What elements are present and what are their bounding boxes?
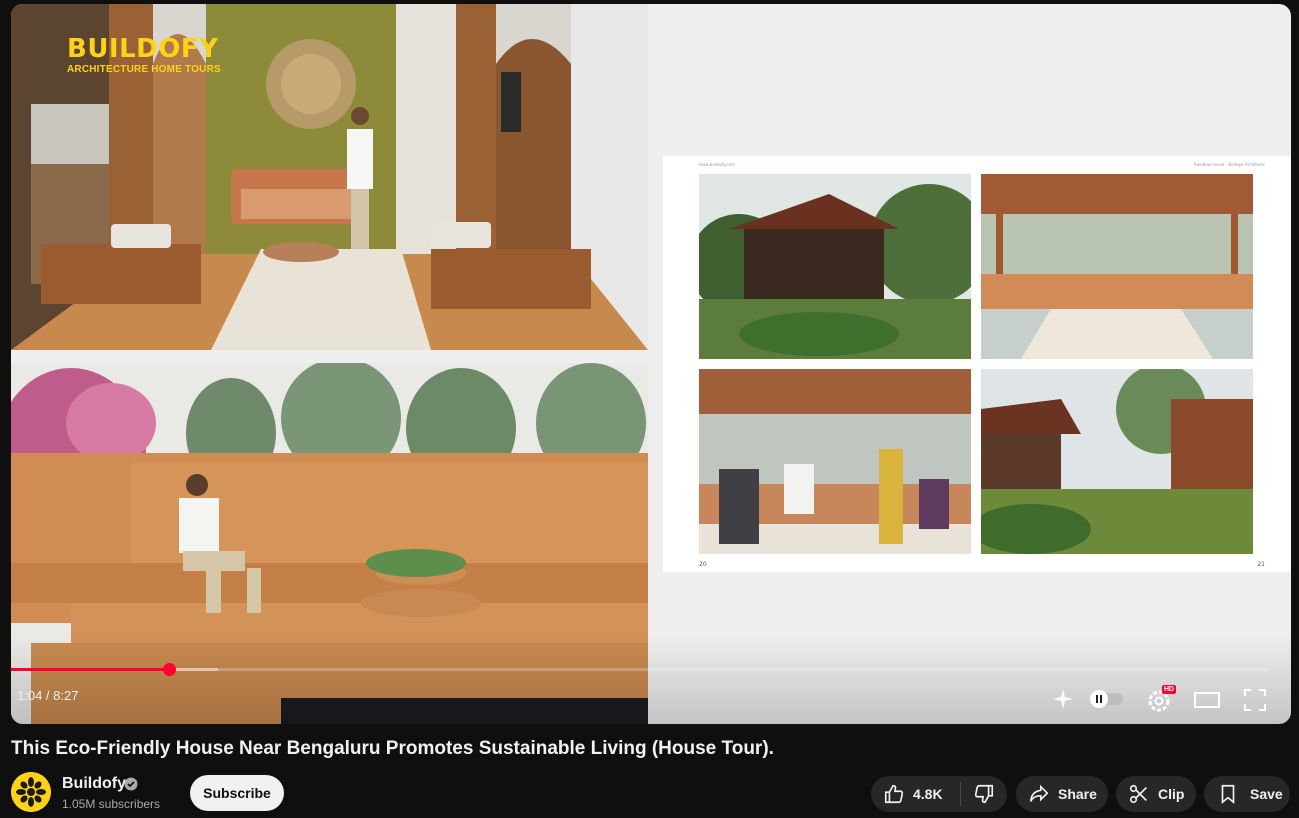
brochure-photo-people-seated <box>699 369 971 554</box>
like-dislike-group: 4.8K <box>871 776 1007 812</box>
brochure-page-right: 21 <box>1257 561 1265 568</box>
watermark-subtitle: ARCHITECTURE HOME TOURS <box>67 64 221 75</box>
time-display: 1:04 / 8:27 <box>17 688 79 703</box>
video-player[interactable]: BUILDOFY ARCHITECTURE HOME TOURS www.bui… <box>11 4 1291 724</box>
progress-played <box>11 668 170 671</box>
brochure-header-left: www.buildofy.com <box>699 162 735 167</box>
share-button[interactable]: Share <box>1016 776 1108 812</box>
video-title: This Eco-Friendly House Near Bengaluru P… <box>11 738 774 759</box>
clip-icon <box>1128 783 1150 805</box>
like-icon <box>883 783 905 805</box>
brochure-header-right: Rainbow house - Biotope Architects <box>1194 162 1265 167</box>
autoplay-toggle-icon[interactable] <box>1089 689 1125 714</box>
theater-mode-icon[interactable] <box>1193 690 1221 715</box>
verified-icon <box>124 777 138 796</box>
like-button[interactable]: 4.8K <box>871 776 960 812</box>
save-button[interactable]: Save <box>1204 776 1290 812</box>
watermark-word: BUILDOFY <box>67 34 219 64</box>
save-label: Save <box>1250 786 1283 802</box>
brochure-photo-gazebo-exterior <box>699 174 971 359</box>
dislike-icon <box>973 783 995 805</box>
brochure-photo-gazebo-interior <box>981 174 1253 359</box>
clip-label: Clip <box>1158 786 1185 802</box>
hd-badge: HD <box>1162 685 1177 694</box>
like-count: 4.8K <box>913 786 943 802</box>
fullscreen-icon[interactable] <box>1243 688 1267 717</box>
clip-button[interactable]: Clip <box>1116 776 1196 812</box>
channel-watermark-logo: BUILDOFY ARCHITECTURE HOME TOURS <box>67 36 221 75</box>
subscriber-count: 1.05M subscribers <box>62 797 161 811</box>
share-icon <box>1028 783 1050 805</box>
channel-avatar[interactable] <box>11 772 51 812</box>
brochure-spread: www.buildofy.com Rainbow house - Biotope… <box>663 156 1291 572</box>
dislike-button[interactable] <box>961 776 1007 812</box>
settings-icon[interactable]: HD <box>1147 685 1177 718</box>
brochure-page-left: 20 <box>699 561 707 568</box>
channel-name[interactable]: Buildofy <box>62 775 126 793</box>
brochure-photo-garden-house <box>981 369 1253 554</box>
sparkle-icon[interactable] <box>1052 688 1074 715</box>
save-icon <box>1218 783 1238 805</box>
subscribe-button[interactable]: Subscribe <box>190 775 284 811</box>
progress-bar[interactable] <box>11 663 1268 676</box>
video-frame-living-room: BUILDOFY ARCHITECTURE HOME TOURS <box>11 4 648 350</box>
share-label: Share <box>1058 786 1097 802</box>
